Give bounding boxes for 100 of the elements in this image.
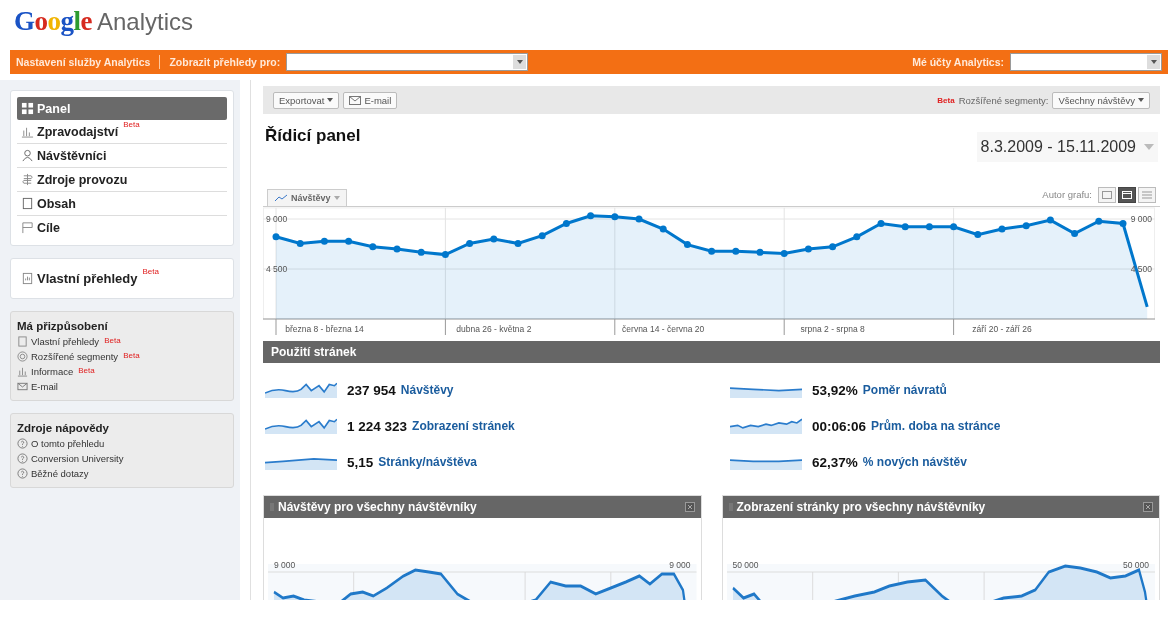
metric-link[interactable]: Poměr návratů: [862, 383, 947, 397]
metric-value: 00:06:06: [812, 418, 867, 434]
help-icon: [17, 453, 28, 464]
sparkline: [730, 418, 802, 434]
report-icon: [17, 336, 28, 347]
bar-chart-icon: [17, 366, 28, 377]
customization-link[interactable]: Informace $^{Beta}$: [17, 366, 227, 377]
nav-item[interactable]: Zdroje provozu: [17, 168, 227, 192]
person-icon: [21, 149, 34, 162]
email-button[interactable]: E-mail: [343, 91, 398, 109]
metric-value: 1 224 323: [347, 418, 408, 434]
y-tick-label: 50 000: [1123, 560, 1149, 570]
data-point: [780, 249, 788, 257]
section-title: Zdroje nápovědy: [17, 422, 111, 434]
metric-link[interactable]: Zobrazení stránek: [412, 419, 515, 433]
data-point: [466, 239, 474, 247]
logo: Google Analytics: [14, 6, 194, 38]
flag-icon: [21, 221, 34, 234]
metric-value: 62,37%: [812, 454, 858, 470]
data-point: [538, 232, 546, 240]
export-button[interactable]: Exportovat: [273, 91, 340, 109]
caret-icon: [1150, 60, 1157, 64]
customization-link[interactable]: Vlastní přehledy $^{Beta}$: [17, 336, 227, 347]
caret-icon: [516, 60, 523, 64]
beta-label: Beta: [937, 95, 955, 105]
help-link[interactable]: Conversion University: [17, 453, 227, 464]
help-icon: [17, 468, 28, 479]
data-point: [1119, 219, 1127, 227]
data-point: [1022, 222, 1030, 230]
nav-item[interactable]: Cíle: [17, 216, 227, 239]
nav-item[interactable]: Panel: [17, 97, 227, 120]
metric-link[interactable]: Návštěvy: [400, 383, 454, 397]
metric-tab[interactable]: Návštěvy: [267, 189, 347, 206]
sparkline: [265, 418, 337, 434]
grid-icon: [21, 102, 34, 115]
nav-item[interactable]: Návštěvníci: [17, 144, 227, 168]
x-tick-label: dubna 26 - května 2: [456, 324, 532, 334]
data-point: [417, 248, 425, 256]
close-icon[interactable]: [684, 502, 695, 512]
y-tick-label: 9 000: [274, 560, 296, 570]
data-point: [514, 239, 522, 247]
metric-link[interactable]: % nových návštěv: [862, 455, 967, 469]
nav-item[interactable]: Zpravodajství $^{Beta}$: [17, 120, 227, 144]
data-point: [756, 248, 764, 256]
data-point: [901, 223, 909, 231]
y-tick-label: 4 500: [266, 264, 288, 274]
line-chart-icon: [274, 194, 288, 202]
envelope-icon: [349, 95, 362, 105]
profile-select[interactable]: [286, 53, 529, 71]
data-point: [369, 243, 377, 251]
data-point: [925, 223, 933, 231]
data-point: [950, 223, 958, 231]
data-point: [829, 243, 837, 251]
section-header: Použití stránek: [263, 341, 1160, 363]
data-point: [1095, 217, 1103, 225]
graph-by-label: Autor grafu:: [1042, 188, 1092, 200]
segments-label: Rozšířené segmenty:: [958, 94, 1049, 106]
metric-link[interactable]: Prům. doba na stránce: [871, 419, 1001, 433]
target-icon: [17, 351, 28, 362]
data-point: [1046, 216, 1054, 224]
accounts-label: Mé účty Analytics:: [912, 56, 1004, 68]
data-point: [296, 239, 304, 247]
x-tick-label: března 8 - března 14: [285, 324, 364, 334]
data-point: [1071, 229, 1079, 237]
data-point: [683, 241, 691, 249]
panel-title: Návštěvy pro všechny návštěvníky: [278, 500, 477, 514]
data-point: [272, 233, 280, 241]
metric-value: 53,92%: [812, 382, 858, 398]
customization-link[interactable]: Rozšířené segmenty $^{Beta}$: [17, 351, 227, 362]
signpost-icon: [21, 173, 34, 186]
metric-value: 5,15: [347, 454, 374, 470]
close-icon[interactable]: [1143, 502, 1153, 512]
data-point: [587, 212, 595, 220]
data-point: [804, 245, 812, 253]
caret-icon: [327, 98, 334, 102]
metric-value: 237 954: [347, 382, 396, 398]
y-tick-label: 9 000: [669, 560, 691, 570]
envelope-icon: [17, 381, 28, 392]
bar-chart-icon: [21, 125, 34, 138]
metric-link[interactable]: Stránky/návštěva: [378, 455, 477, 469]
view-button[interactable]: [1118, 187, 1136, 203]
page-icon: [21, 197, 34, 210]
section-title: Má přizpůsobení: [17, 320, 109, 332]
nav-item[interactable]: Obsah: [17, 192, 227, 216]
week-view-icon: [1121, 190, 1133, 200]
help-link[interactable]: Běžné dotazy: [17, 468, 227, 479]
account-select[interactable]: [1010, 53, 1162, 71]
day-view-icon: [1101, 190, 1113, 200]
data-point: [441, 251, 449, 259]
month-view-icon: [1141, 190, 1153, 200]
caret-icon: [333, 196, 340, 200]
caret-icon: [1138, 98, 1144, 102]
help-link[interactable]: O tomto přehledu: [17, 438, 227, 449]
date-range-picker[interactable]: 8.3.2009 - 15.11.2009: [976, 132, 1158, 162]
customization-link[interactable]: E-mail: [17, 381, 227, 392]
segments-dropdown[interactable]: Všechny návštěvy: [1052, 91, 1150, 109]
data-point: [393, 245, 401, 253]
data-point: [998, 225, 1006, 233]
x-tick-label: června 14 - června 20: [622, 324, 705, 334]
panel-title: Zobrazení stránky pro všechny návštěvníky: [736, 500, 986, 514]
